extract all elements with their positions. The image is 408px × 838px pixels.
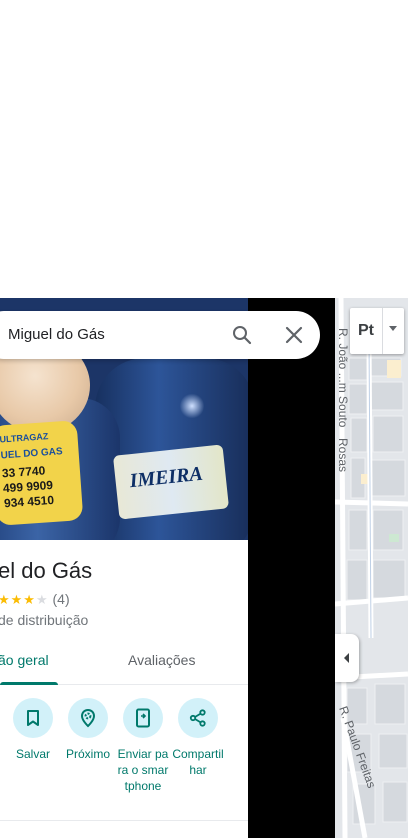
save-button[interactable]: Salvar <box>3 698 63 762</box>
photo-phone-text: 934 4510 <box>3 492 55 511</box>
share-label: Compartilhar <box>172 747 224 777</box>
street-label-rosas: Rosas <box>336 438 350 472</box>
collapse-panel-button[interactable] <box>335 634 359 682</box>
chevron-left-icon <box>344 653 349 663</box>
save-button-circle <box>13 698 53 738</box>
photo-brand-text: ULTRAGAZ <box>0 431 49 445</box>
blank-area <box>0 0 408 298</box>
action-buttons: Salvar Próximo Enviar para o smartphone … <box>0 698 248 818</box>
active-tab-indicator <box>0 682 58 685</box>
map-tiles: R. João ...m Souto Rosas R. Paulo Freita… <box>335 298 408 838</box>
layer-divider <box>382 308 383 354</box>
place-panel: ULTRAGAZ UEL DO GAS 33 7740 499 9909 934… <box>0 298 248 838</box>
rating-stars: ★★★★ <box>0 592 49 607</box>
photo-cylinder-label: IMEIRA <box>112 444 230 520</box>
place-category[interactable]: de distribuição <box>0 612 88 628</box>
bookmark-icon <box>27 710 39 726</box>
nearby-button[interactable]: Próximo <box>58 698 118 762</box>
share-button[interactable]: Compartilhar <box>168 698 228 778</box>
nearby-icon <box>80 708 96 728</box>
tab-overview[interactable]: ão geral <box>0 652 49 668</box>
layer-label: Pt <box>358 322 374 339</box>
rating-count: (4) <box>52 591 70 607</box>
nearby-button-circle <box>68 698 108 738</box>
close-icon[interactable] <box>282 323 306 347</box>
nearby-label: Próximo <box>65 747 110 761</box>
place-tabs: ão geral Avaliações <box>0 642 248 685</box>
photo-highlight <box>180 393 204 419</box>
share-button-circle <box>178 698 218 738</box>
black-divider-strip <box>248 298 335 838</box>
search-box[interactable]: Miguel do Gás <box>0 311 320 359</box>
photo-cylinder-text: IMEIRA <box>128 462 204 493</box>
place-title: el do Gás <box>0 558 93 583</box>
map-canvas[interactable]: R. João ...m Souto Rosas R. Paulo Freita… <box>335 298 408 838</box>
share-icon <box>189 709 206 727</box>
send-to-phone-label: Enviar para o smartphone <box>117 747 169 793</box>
section-divider <box>0 820 248 821</box>
street-label-joao: R. João ...m Souto <box>336 328 350 428</box>
send-to-phone-button[interactable]: Enviar para o smartphone <box>113 698 173 794</box>
save-label: Salvar <box>15 747 50 761</box>
photo-shop-text: UEL DO GAS <box>0 446 64 462</box>
photo-sticker: ULTRAGAZ UEL DO GAS 33 7740 499 9909 934… <box>0 420 84 526</box>
map-layer-button[interactable]: Pt <box>350 308 404 354</box>
dropdown-caret-icon[interactable] <box>388 325 398 333</box>
tab-reviews[interactable]: Avaliações <box>128 652 195 668</box>
search-input[interactable]: Miguel do Gás <box>8 326 105 343</box>
search-icon[interactable] <box>230 323 254 347</box>
send-to-phone-icon <box>136 708 150 728</box>
rating-row[interactable]: ★★★★ (4) <box>0 591 70 608</box>
send-to-phone-button-circle <box>123 698 163 738</box>
